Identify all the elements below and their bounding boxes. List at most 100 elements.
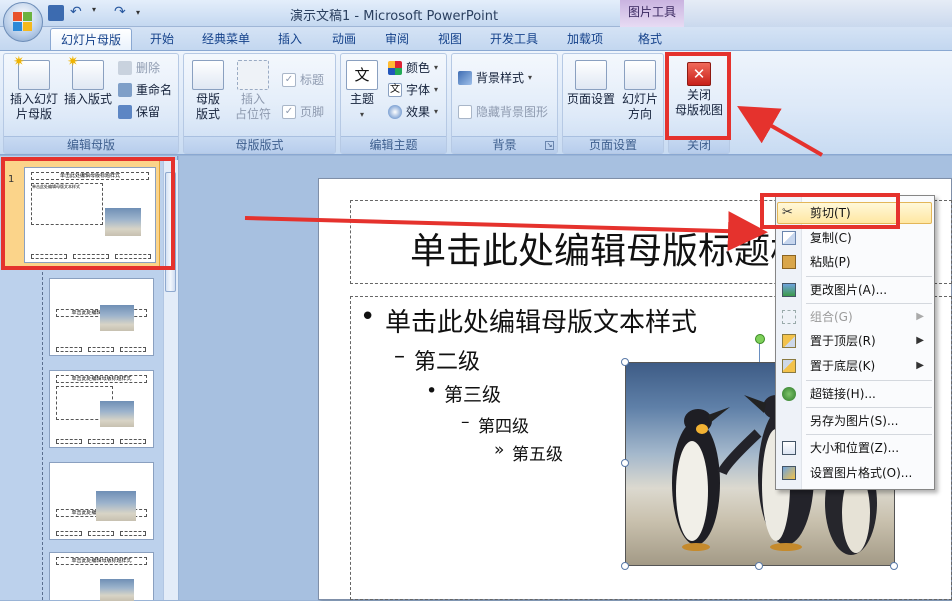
group-label-page-setup: 页面设置 (563, 136, 663, 153)
delete-button[interactable]: 删除 (118, 60, 160, 76)
rename-button[interactable]: 重命名 (118, 82, 172, 98)
tab-review[interactable]: 审阅 (375, 28, 419, 50)
checkbox-checked-icon: ✓ (282, 105, 296, 119)
menu-item-size-position-label: 大小和位置(Z)... (810, 441, 900, 455)
change-picture-icon (782, 283, 796, 297)
insert-slide-master-button[interactable]: ✷ 插入幻灯 片母版 (6, 55, 62, 122)
background-styles-dropdown-icon: ▾ (528, 73, 533, 82)
tab-view[interactable]: 视图 (428, 28, 472, 50)
page-setup-button[interactable]: 页面设置 (565, 60, 617, 107)
tab-animation[interactable]: 动画 (322, 28, 366, 50)
footer-checkbox[interactable]: ✓ 页脚 (282, 104, 324, 120)
undo-icon[interactable]: ↶ (70, 5, 86, 21)
colors-icon (388, 61, 402, 75)
customize-qat-icon[interactable]: ▾ (136, 5, 152, 21)
hide-background-label: 隐藏背景图形 (476, 105, 549, 119)
group-label-background: 背景 (452, 136, 557, 153)
thumbnail-penguin-image (100, 579, 134, 601)
tab-format[interactable]: 格式 (628, 28, 672, 50)
undo-dropdown-icon[interactable]: ▾ (92, 5, 108, 21)
annotation-box-close-master (665, 52, 731, 140)
insert-placeholder-icon (237, 60, 269, 90)
tab-developer[interactable]: 开发工具 (482, 28, 546, 50)
format-picture-icon (782, 466, 796, 480)
rename-label: 重命名 (136, 83, 173, 97)
fonts-button[interactable]: 文字体 ▾ (388, 82, 438, 98)
level-3-bullet: • (426, 380, 438, 402)
tab-home[interactable]: 开始 (140, 28, 184, 50)
menu-item-paste[interactable]: 粘贴(P) (776, 250, 934, 274)
resize-handle[interactable] (621, 562, 629, 570)
menu-item-save-as-picture[interactable]: 另存为图片(S)... (776, 409, 934, 433)
menu-item-change-picture[interactable]: 更改图片(A)... (776, 278, 934, 302)
insert-placeholder-button[interactable]: 插入 占位符 (230, 60, 276, 122)
delete-icon (118, 61, 132, 75)
quick-access-toolbar: ↶ ▾ ↷ ▾ (48, 4, 152, 22)
menu-item-bring-to-front[interactable]: 置于顶层(R) ▶ (776, 329, 934, 353)
thumbnail-title: 单击此处编辑母版标题样式 (56, 375, 147, 383)
dialog-launcher-icon[interactable]: ↘ (545, 141, 554, 150)
slide-orientation-button[interactable]: 幻灯片 方向 (618, 60, 662, 122)
colors-button[interactable]: 颜色 ▾ (388, 60, 438, 76)
effects-dropdown-icon: ▾ (434, 107, 439, 116)
themes-button[interactable]: 文 主题 ▾ (344, 60, 380, 122)
master-layout-label: 母版 版式 (195, 92, 220, 121)
slide-orientation-label: 幻灯片 方向 (621, 92, 658, 121)
insert-layout-icon: ✷ (67, 55, 104, 90)
thumbnail-footer (120, 347, 146, 352)
thumbnail-layout[interactable]: 单击此处编辑母版标题样式 (49, 552, 154, 601)
checkbox-checked-icon: ✓ (282, 73, 296, 87)
themes-label: 主题 (349, 92, 374, 106)
menu-item-format-picture[interactable]: 设置图片格式(O)... (776, 461, 934, 485)
thumbnail-footer (120, 439, 146, 444)
resize-handle[interactable] (755, 562, 763, 570)
level-5-bullet: » (494, 440, 505, 460)
redo-icon[interactable]: ↷ (114, 5, 130, 21)
menu-item-send-to-back-label: 置于底层(K) (810, 359, 876, 373)
tab-insert[interactable]: 插入 (268, 28, 312, 50)
menu-separator (806, 407, 932, 408)
resize-handle[interactable] (621, 459, 629, 467)
menu-item-send-to-back[interactable]: 置于底层(K) ▶ (776, 354, 934, 378)
colors-label: 颜色 (406, 61, 431, 75)
picture-tools-context: 图片工具 (620, 0, 684, 27)
background-styles-button[interactable]: 背景样式 ▾ (458, 70, 532, 86)
office-logo-icon (13, 12, 33, 32)
tab-classic-menu[interactable]: 经典菜单 (194, 28, 258, 50)
menu-item-size-position[interactable]: 大小和位置(Z)... (776, 436, 934, 460)
preserve-button[interactable]: 保留 (118, 104, 160, 120)
thumbnail-layout[interactable]: 单击此处编辑母版标题样式 (49, 370, 154, 448)
level-1-bullet: • (360, 302, 376, 332)
title-bar-right (684, 0, 952, 27)
effects-button[interactable]: 效果 ▾ (388, 104, 438, 120)
level-2-text[interactable]: 第二级 (414, 344, 480, 376)
resize-handle[interactable] (621, 358, 629, 366)
submenu-arrow-icon: ▶ (916, 360, 924, 371)
save-icon[interactable] (48, 5, 64, 21)
level-5-text[interactable]: 第五级 (512, 440, 563, 465)
menu-item-copy[interactable]: 复制(C) (776, 226, 934, 250)
annotation-box-cut (760, 193, 900, 229)
rotation-connector (759, 343, 760, 362)
effects-icon (388, 105, 402, 119)
office-button[interactable] (3, 2, 43, 42)
level-1-text[interactable]: 单击此处编辑母版文本样式 (385, 302, 697, 339)
send-back-icon (782, 359, 796, 373)
level-3-text[interactable]: 第三级 (444, 380, 501, 407)
size-position-icon (782, 441, 796, 455)
rotation-handle[interactable] (755, 334, 765, 344)
insert-layout-button[interactable]: ✷ 插入版式 (62, 55, 114, 107)
hide-background-checkbox[interactable]: 隐藏背景图形 (458, 104, 548, 120)
level-4-text[interactable]: 第四级 (478, 412, 529, 437)
title-checkbox[interactable]: ✓ 标题 (282, 72, 324, 88)
resize-handle[interactable] (890, 562, 898, 570)
themes-dropdown-icon: ▾ (359, 110, 364, 119)
menu-item-hyperlink[interactable]: 超链接(H)... (776, 382, 934, 406)
tab-slide-master[interactable]: 幻灯片母版 (50, 28, 132, 50)
menu-item-group[interactable]: 组合(G) ▶ (776, 305, 934, 329)
thumbnail-layout[interactable]: 单击此处编辑母版标题样式 (49, 462, 154, 540)
thumbnail-footer (88, 347, 114, 352)
master-layout-button[interactable]: 母版 版式 (188, 60, 228, 122)
thumbnail-layout[interactable]: 单击此处编辑母版标题样式 (49, 278, 154, 356)
tab-addins[interactable]: 加载项 (555, 28, 615, 50)
